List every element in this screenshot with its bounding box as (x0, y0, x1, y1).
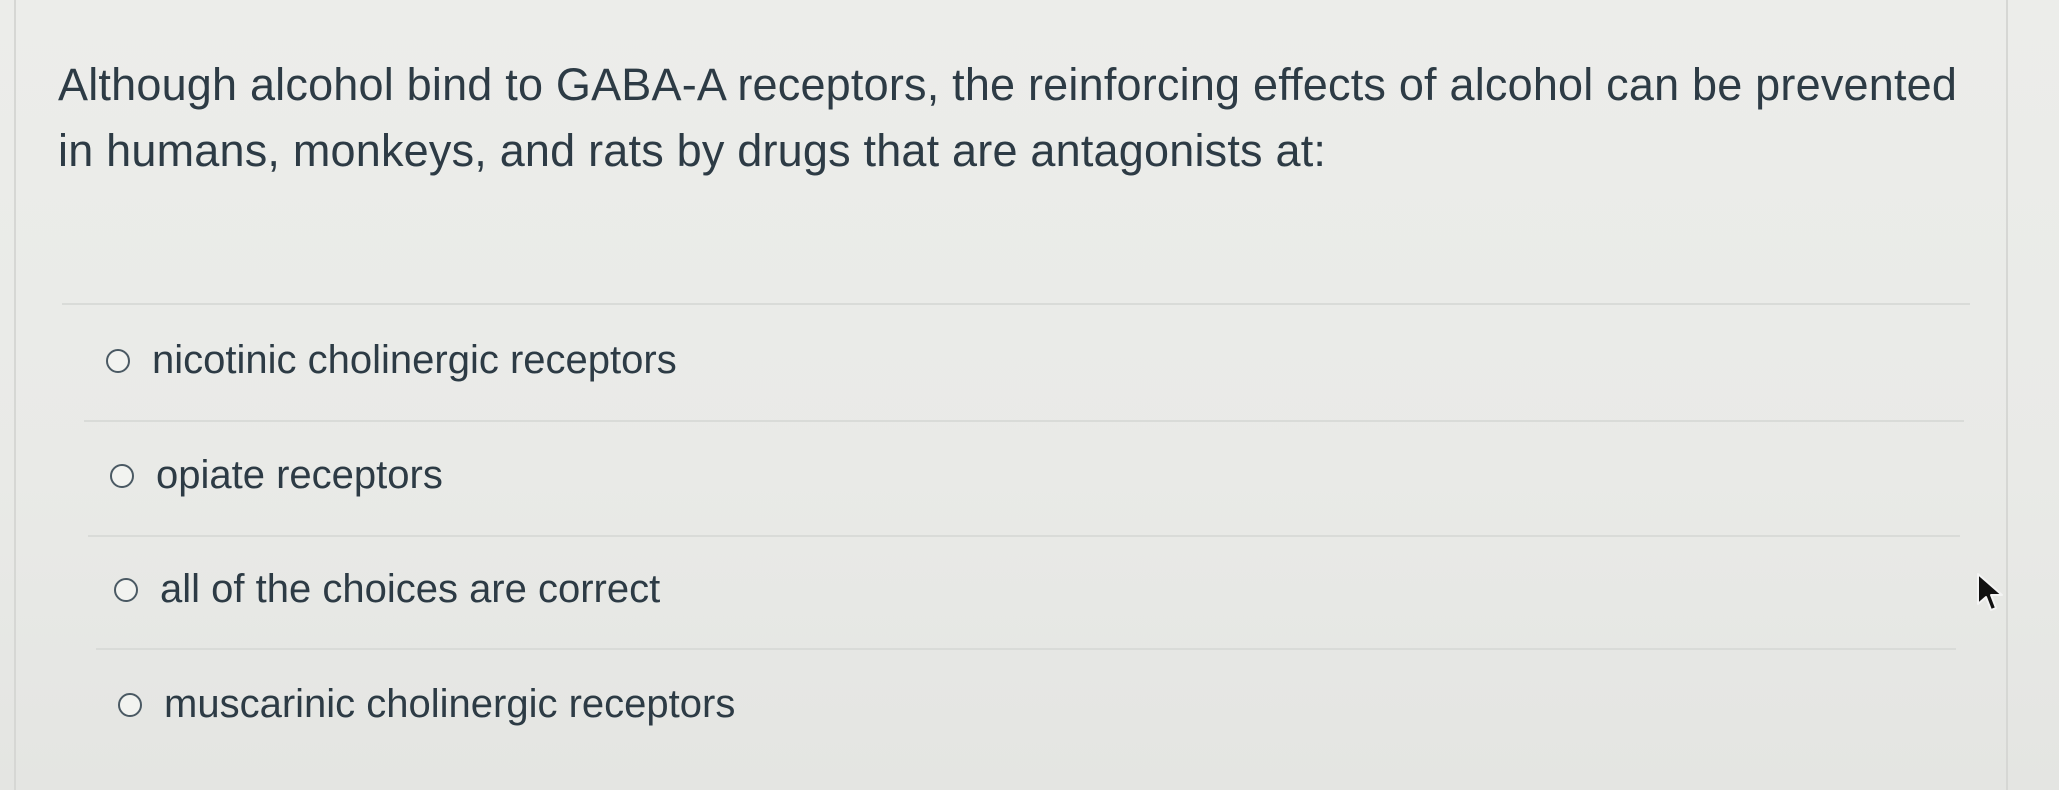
answer-option-nicotinic[interactable]: nicotinic cholinergic receptors (106, 338, 677, 383)
option-label: muscarinic cholinergic receptors (164, 682, 736, 726)
divider (96, 648, 1956, 650)
divider (62, 303, 1970, 305)
divider (88, 535, 1960, 537)
divider (84, 420, 1964, 422)
answer-option-all[interactable]: all of the choices are correct (114, 567, 660, 612)
option-label: all of the choices are correct (160, 567, 661, 611)
radio-button-icon[interactable] (110, 463, 134, 488)
radio-button-icon[interactable] (106, 348, 130, 373)
answer-option-opiate[interactable]: opiate receptors (110, 453, 443, 498)
radio-button-icon[interactable] (118, 692, 142, 717)
option-label: nicotinic cholinergic receptors (152, 338, 677, 382)
radio-button-icon[interactable] (114, 577, 138, 602)
question-text: Although alcohol bind to GABA-A receptor… (58, 59, 1958, 176)
quiz-screen: Although alcohol bind to GABA-A receptor… (0, 0, 2059, 790)
option-label: opiate receptors (156, 453, 443, 497)
mouse-pointer-icon (1977, 573, 2003, 611)
answer-option-muscarinic[interactable]: muscarinic cholinergic receptors (118, 682, 735, 727)
